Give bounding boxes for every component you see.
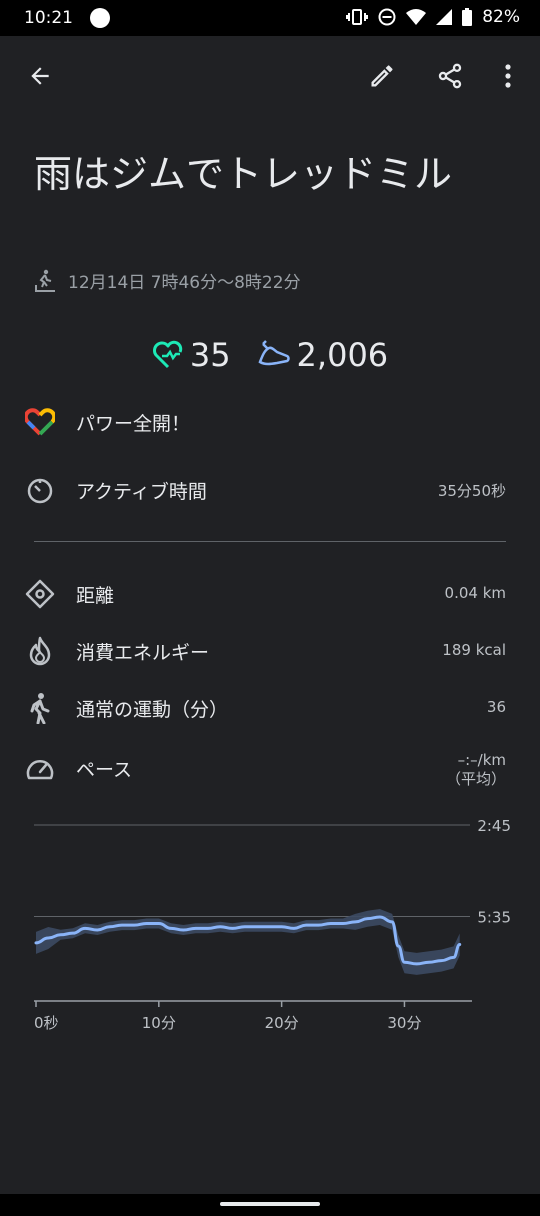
chart-x-tick-label: 0秒 — [34, 1014, 59, 1032]
goal-row: パワー全開！ — [0, 402, 540, 442]
chart-y-tick-label: 2:45 — [477, 817, 511, 835]
metric-label: 通常の運動（分） — [76, 699, 229, 721]
chart-x-tick-label: 30分 — [387, 1014, 421, 1032]
status-time: 10:21 — [24, 8, 73, 28]
metric-value: 35分50秒 — [437, 482, 506, 500]
metric-label: ペース — [76, 759, 133, 781]
steps-stat: 2,006 — [257, 336, 389, 374]
status-icons: 82% — [346, 7, 520, 27]
activity-datetime[interactable]: 12月14日 7時46分～8時22分 — [68, 268, 301, 293]
status-bar: 10:21 82% — [0, 0, 540, 36]
pace-chart: 2:45 5:35 0秒 10分 20分 30分 — [34, 817, 511, 1032]
metric-label: 消費エネルギー — [76, 642, 210, 664]
walking-icon — [24, 692, 56, 724]
share-button[interactable] — [432, 58, 468, 94]
chart-x-tick-label: 10分 — [142, 1014, 176, 1032]
chart-y-tick-label: 5:35 — [477, 908, 511, 926]
summary-stats: 35 2,006 — [0, 336, 540, 374]
steps-icon — [258, 340, 290, 366]
cell-signal-icon — [436, 9, 453, 25]
metric-move-minutes-row: 通常の運動（分） 36 — [0, 688, 540, 728]
metric-label: アクティブ時間 — [76, 481, 207, 503]
metric-value: –:–/km — [457, 751, 506, 769]
goal-label: パワー全開！ — [76, 413, 191, 435]
metric-label: 距離 — [76, 585, 115, 607]
more-vert-icon — [505, 64, 511, 88]
battery-icon — [462, 8, 473, 26]
metric-value: 36 — [486, 698, 506, 716]
home-gesture-handle[interactable] — [220, 1202, 320, 1206]
arrow-back-icon — [31, 67, 49, 85]
timer-icon — [24, 474, 56, 506]
edit-button[interactable] — [364, 58, 400, 94]
metric-value: 189 kcal — [442, 641, 506, 659]
metric-pace-row: ペース –:–/km （平均） — [0, 748, 540, 794]
wifi-icon — [406, 9, 427, 25]
speedometer-icon — [24, 752, 56, 784]
app-bar — [0, 50, 540, 102]
battery-percent: 82% — [482, 7, 520, 27]
metric-energy-row: 消費エネルギー 189 kcal — [0, 631, 540, 671]
google-fit-heart-icon — [24, 406, 56, 438]
metric-distance-row: 距離 0.04 km — [0, 574, 540, 614]
back-button[interactable] — [22, 58, 58, 94]
activity-datetime-row: 12月14日 7時46分～8時22分 — [34, 268, 301, 293]
navigation-bar — [0, 1194, 540, 1216]
metric-value-note: （平均） — [445, 770, 506, 788]
metric-value: 0.04 km — [444, 584, 506, 602]
do-not-disturb-icon — [378, 8, 396, 26]
metric-value-group: –:–/km （平均） — [446, 751, 506, 789]
heart-points-stat: 35 — [152, 336, 231, 374]
edit-pencil-icon — [371, 65, 393, 87]
distance-icon — [24, 578, 56, 610]
treadmill-icon — [35, 269, 55, 292]
metric-active-time-row: アクティブ時間 35分50秒 — [0, 470, 540, 510]
heart-points-icon — [152, 340, 182, 369]
activity-title[interactable]: 雨はジムでトレッドミル — [34, 150, 454, 198]
notification-dot-icon — [90, 8, 110, 28]
fire-icon — [24, 635, 56, 667]
vibrate-icon — [346, 9, 369, 25]
divider — [34, 541, 506, 542]
steps-value: 2,006 — [296, 336, 389, 374]
heart-points-value: 35 — [189, 336, 231, 374]
share-icon — [438, 63, 462, 89]
chart-x-tick-label: 20分 — [265, 1014, 299, 1032]
more-options-button[interactable] — [490, 58, 526, 94]
